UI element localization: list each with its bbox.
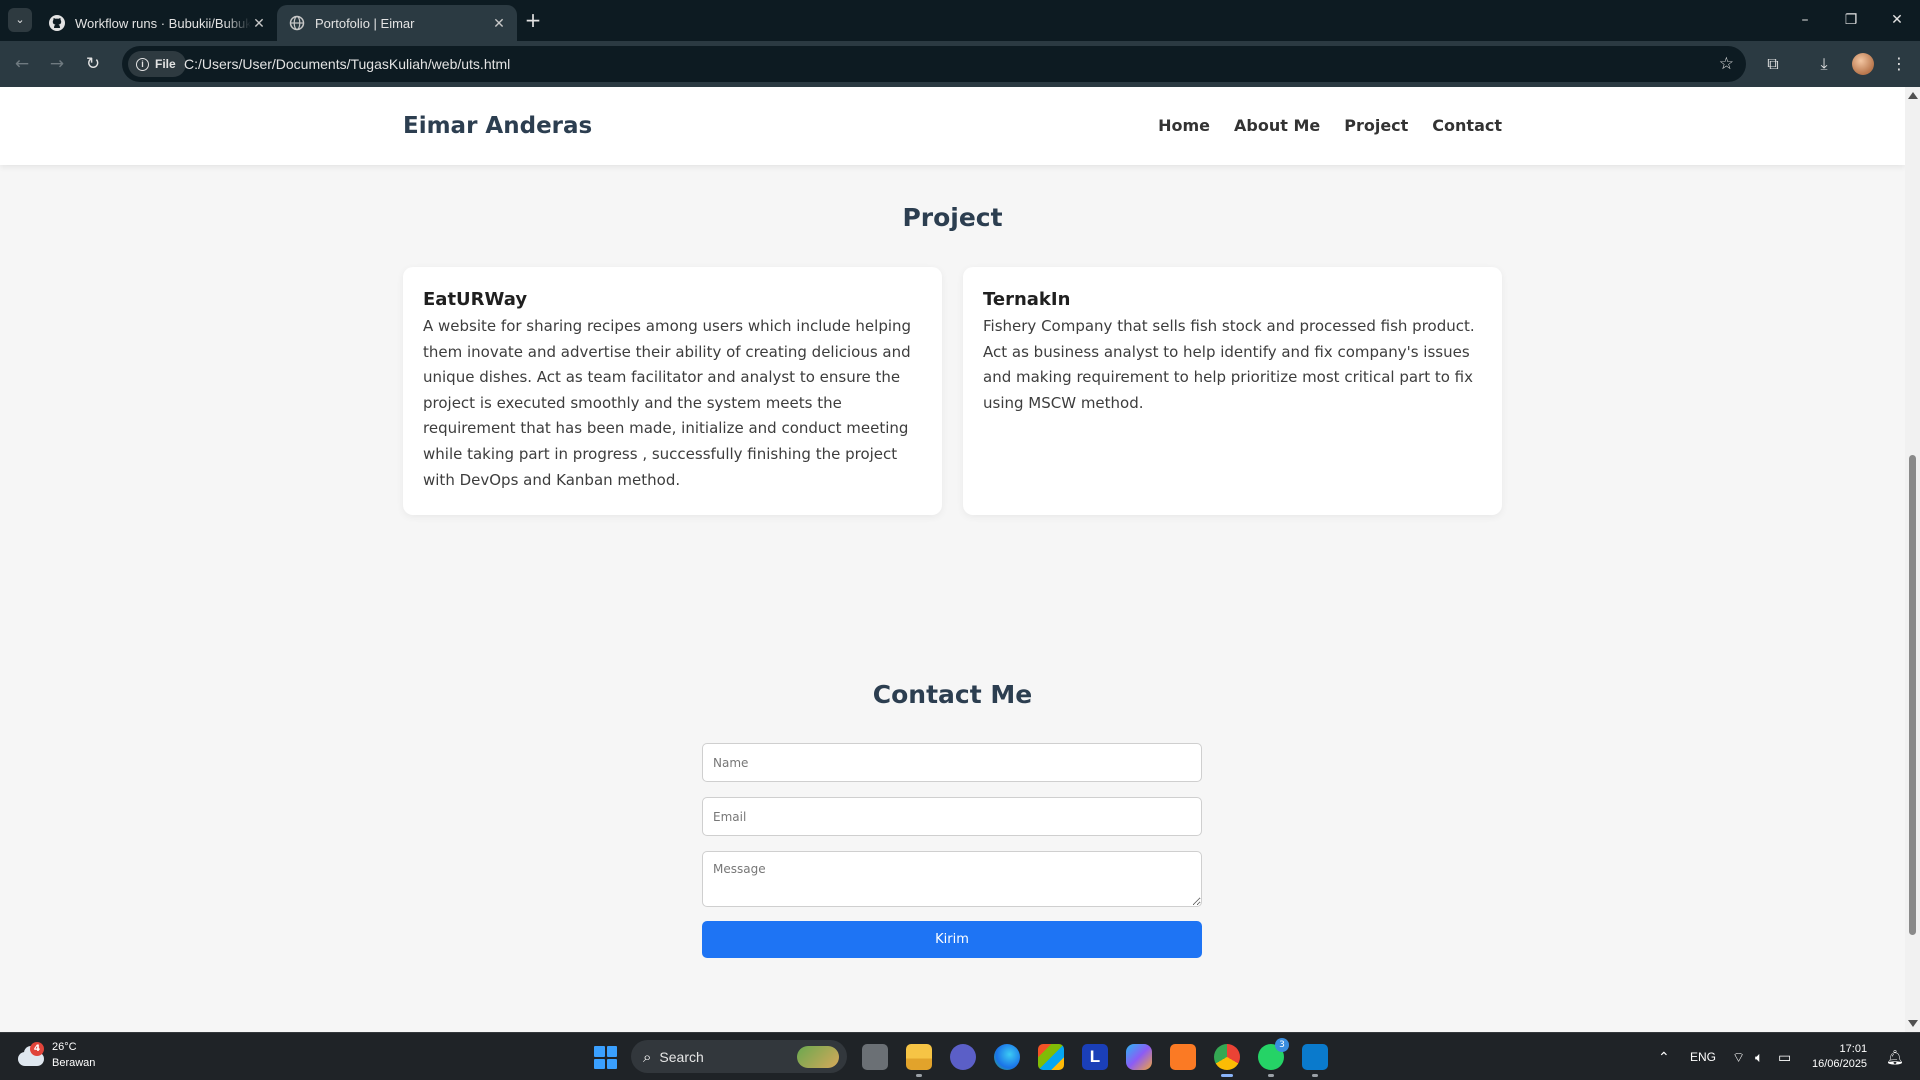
copilot-icon[interactable] bbox=[1126, 1044, 1152, 1070]
project-list: EatURWay A website for sharing recipes a… bbox=[403, 267, 1502, 515]
site-nav: Home About Me Project Contact bbox=[1158, 87, 1502, 165]
tab-portfolio[interactable]: Portofolio | Eimar ✕ bbox=[277, 5, 517, 41]
windows-taskbar: 4 26°C Berawan ⌕ Search L 3 ⌃ ENG ⌔ 🔈︎ ▭… bbox=[0, 1032, 1920, 1080]
file-explorer-icon[interactable] bbox=[906, 1044, 932, 1077]
close-tab-icon[interactable]: ✕ bbox=[251, 15, 267, 31]
tab-workflow-runs[interactable]: Workflow runs · Bubukii/Bubukii ✕ bbox=[37, 5, 277, 41]
scroll-up-arrow-icon[interactable] bbox=[1908, 92, 1918, 99]
weather-widget[interactable]: 4 26°C Berawan bbox=[16, 1039, 95, 1071]
info-icon: i bbox=[136, 57, 149, 71]
download-icon[interactable]: ⤓ bbox=[1813, 53, 1835, 75]
extensions-icon[interactable]: ⧉ bbox=[1762, 53, 1784, 75]
submit-button[interactable]: Kirim bbox=[702, 921, 1202, 958]
taskbar-search[interactable]: ⌕ Search bbox=[631, 1040, 847, 1073]
site-info-chip[interactable]: i File bbox=[128, 51, 186, 77]
language-indicator[interactable]: ENG bbox=[1690, 1033, 1716, 1080]
globe-icon bbox=[289, 15, 305, 31]
tab-search-chevron-icon[interactable]: ⌄ bbox=[8, 8, 32, 32]
close-tab-icon[interactable]: ✕ bbox=[491, 15, 507, 31]
whatsapp-icon[interactable]: 3 bbox=[1258, 1038, 1289, 1077]
search-icon: ⌕ bbox=[643, 1047, 652, 1066]
page-scrollbar[interactable] bbox=[1905, 87, 1920, 1032]
project-name: EatURWay bbox=[423, 289, 528, 310]
email-input[interactable] bbox=[702, 797, 1202, 836]
show-hidden-icons-icon[interactable]: ⌃ bbox=[1658, 1033, 1670, 1080]
volume-icon[interactable]: 🔈︎ bbox=[1755, 1033, 1763, 1080]
notifications-icon[interactable]: 🔔︎ bbox=[1886, 1033, 1904, 1080]
clock-date: 16/06/2025 bbox=[1812, 1058, 1868, 1070]
forward-icon[interactable]: → bbox=[44, 51, 70, 77]
bookmark-star-icon[interactable]: ☆ bbox=[1719, 46, 1734, 82]
new-tab-icon[interactable]: + bbox=[521, 9, 545, 33]
profile-avatar[interactable] bbox=[1852, 53, 1874, 75]
more-menu-icon[interactable]: ⋮ bbox=[1888, 53, 1910, 75]
cloudy-weather-icon: 4 bbox=[16, 1042, 44, 1067]
clock-time: 17:01 bbox=[1839, 1043, 1868, 1055]
minimize-icon[interactable]: – bbox=[1782, 0, 1828, 41]
project-card-eaturway: EatURWay A website for sharing recipes a… bbox=[403, 267, 942, 515]
site-info-label: File bbox=[155, 57, 176, 71]
site-brand[interactable]: Eimar Anderas bbox=[403, 87, 592, 165]
name-input[interactable] bbox=[702, 743, 1202, 782]
project-description: Fishery Company that sells fish stock an… bbox=[983, 317, 1475, 412]
site-header: Eimar Anderas Home About Me Project Cont… bbox=[0, 87, 1905, 165]
nav-contact[interactable]: Contact bbox=[1432, 87, 1502, 165]
browser-toolbar: ← → ↻ i File C:/Users/User/Documents/Tug… bbox=[0, 41, 1920, 87]
restore-icon[interactable]: ❐ bbox=[1828, 0, 1874, 41]
page-viewport: Eimar Anderas Home About Me Project Cont… bbox=[0, 87, 1905, 1032]
browser-tab-bar: ⌄ Workflow runs · Bubukii/Bubukii ✕ Port… bbox=[0, 0, 1920, 41]
teams-icon[interactable] bbox=[950, 1044, 976, 1070]
task-view-icon[interactable] bbox=[862, 1044, 888, 1070]
system-clock[interactable]: 17:01 16/06/2025 bbox=[1812, 1042, 1867, 1072]
github-icon bbox=[49, 15, 65, 31]
project-name: TernakIn bbox=[983, 289, 1071, 310]
address-bar[interactable]: i File C:/Users/User/Documents/TugasKuli… bbox=[122, 46, 1746, 82]
nav-about-me[interactable]: About Me bbox=[1234, 87, 1320, 165]
scrollbar-thumb[interactable] bbox=[1909, 455, 1916, 935]
scroll-down-arrow-icon[interactable] bbox=[1908, 1020, 1918, 1027]
tab-title: Workflow runs · Bubukii/Bubukii bbox=[75, 15, 251, 31]
store-icon[interactable] bbox=[1038, 1044, 1064, 1070]
weather-badge: 4 bbox=[30, 1042, 44, 1056]
reload-icon[interactable]: ↻ bbox=[80, 51, 106, 77]
search-highlight-image bbox=[797, 1046, 839, 1068]
contact-section-title: Contact Me bbox=[872, 680, 1033, 709]
nav-project[interactable]: Project bbox=[1344, 87, 1408, 165]
vscode-icon[interactable] bbox=[1302, 1044, 1328, 1077]
tab-title: Portofolio | Eimar bbox=[315, 15, 415, 31]
battery-icon[interactable]: ▭ bbox=[1778, 1033, 1791, 1080]
back-icon[interactable]: ← bbox=[9, 51, 35, 77]
l-app-icon[interactable]: L bbox=[1082, 1044, 1108, 1070]
project-description: A website for sharing recipes among user… bbox=[423, 317, 912, 489]
xampp-icon[interactable] bbox=[1170, 1044, 1196, 1070]
contact-form: Kirim bbox=[702, 743, 1202, 958]
weather-condition: Berawan bbox=[52, 1057, 96, 1069]
chrome-icon[interactable] bbox=[1214, 1044, 1240, 1077]
message-textarea[interactable] bbox=[702, 851, 1202, 907]
taskbar-search-label: Search bbox=[659, 1048, 704, 1065]
nav-home[interactable]: Home bbox=[1158, 87, 1210, 165]
project-section-title: Project bbox=[902, 203, 1003, 232]
project-card-ternakin: TernakIn Fishery Company that sells fish… bbox=[963, 267, 1502, 515]
wifi-icon[interactable]: ⌔ bbox=[1732, 1033, 1745, 1080]
windows-start-icon[interactable] bbox=[594, 1046, 617, 1069]
whatsapp-badge: 3 bbox=[1275, 1038, 1289, 1052]
weather-temperature: 26°C bbox=[52, 1041, 77, 1053]
url-text[interactable]: C:/Users/User/Documents/TugasKuliah/web/… bbox=[184, 46, 510, 82]
close-window-icon[interactable]: ✕ bbox=[1874, 0, 1920, 41]
edge-icon[interactable] bbox=[994, 1044, 1020, 1070]
